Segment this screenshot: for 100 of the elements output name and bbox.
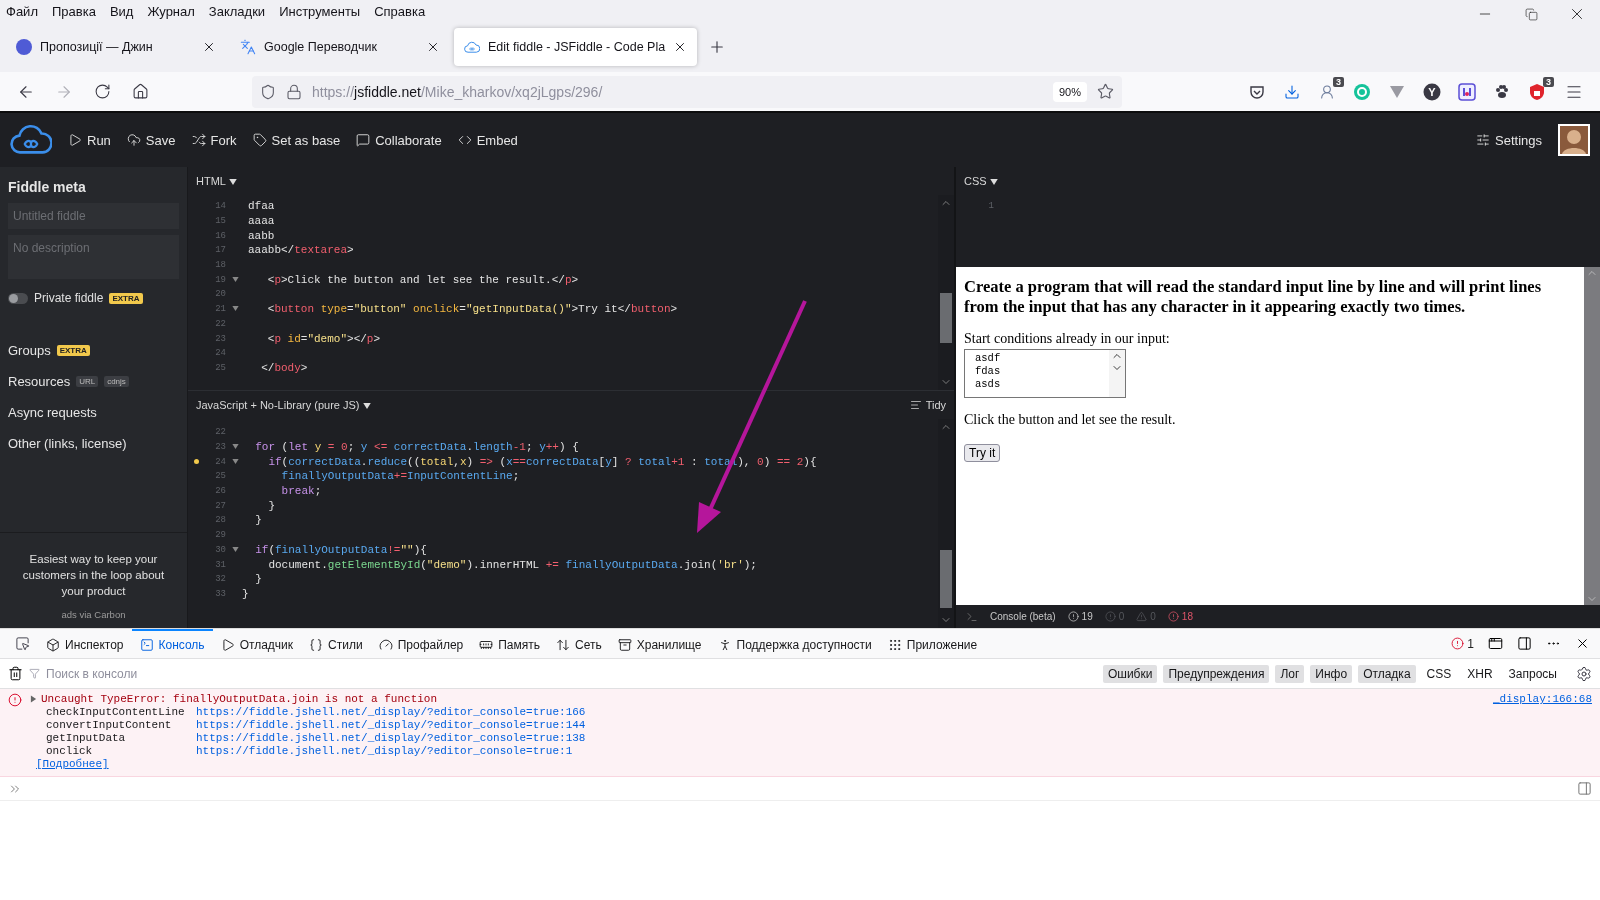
menu-item[interactable]: Справка (374, 3, 426, 19)
terminal-icon (139, 637, 154, 652)
devtools-tab[interactable]: Поддержка доступности (709, 629, 880, 658)
stack-function: checkInputContentLine (46, 706, 186, 718)
warning-icon (1136, 611, 1148, 622)
code-line: </body> (260, 361, 308, 374)
stack-link[interactable]: https://fiddle.jshell.net/_display/?editor_console=true:166 (196, 706, 586, 718)
responsive-icon[interactable] (1488, 636, 1503, 651)
stack-link[interactable]: https://fiddle.jshell.net/_display/?editor_console=true:138 (196, 732, 586, 744)
dock-icon[interactable] (1517, 636, 1532, 651)
toolbar-button[interactable]: Fork (191, 132, 237, 148)
menu-item[interactable]: Правка (51, 3, 96, 19)
fold-toggle[interactable] (232, 546, 239, 552)
filter-button[interactable]: CSS (1421, 664, 1457, 683)
source-link[interactable]: _display:166:68 (1492, 693, 1592, 705)
filter-button[interactable]: Отладка (1358, 664, 1416, 683)
expand-toggle[interactable] (30, 695, 37, 703)
toolbar-button[interactable]: Run (68, 132, 111, 148)
devtools-tab[interactable]: Консоль (131, 629, 213, 658)
address-bar[interactable]: https://jsfiddle.net/Mike_kharkov/xq2jLgps/296/ 90% (252, 75, 1122, 108)
element-picker-icon[interactable] (14, 636, 30, 651)
toolbar-button[interactable]: Embed (457, 132, 518, 148)
filter-button[interactable]: Запросы (1503, 664, 1562, 683)
menu-item[interactable]: Журнал (147, 3, 195, 19)
error-count[interactable]: 1 (1451, 636, 1474, 651)
network-icon (556, 637, 571, 652)
pocket-icon[interactable] (1249, 83, 1265, 100)
editor-mode-icon[interactable] (1577, 781, 1592, 796)
toolbar-button[interactable]: Save (126, 132, 176, 148)
stack-link[interactable]: https://fiddle.jshell.net/_display/?editor_console=true:1 (196, 745, 573, 757)
menu-item[interactable]: Закладки (208, 3, 266, 19)
settings-button[interactable]: Settings (1476, 132, 1542, 148)
description-field[interactable]: No description (8, 235, 179, 279)
bookmark-star-icon[interactable] (1097, 83, 1114, 100)
devtools-tab[interactable]: Отладчик (212, 629, 302, 658)
menu-item[interactable]: Файл (6, 3, 38, 19)
brackets-icon[interactable] (1458, 82, 1476, 101)
devtools-tab[interactable]: Сеть (548, 629, 610, 658)
language-dropdown[interactable]: JavaScript + No-Library (pure JS) (196, 399, 371, 411)
sidebar-item[interactable]: Resources (8, 374, 71, 389)
caret-icon[interactable] (989, 179, 998, 185)
filter-button[interactable]: Лог (1275, 664, 1305, 683)
close-icon[interactable] (426, 40, 440, 54)
tidy-button[interactable]: Tidy (909, 399, 946, 411)
browser-tab[interactable]: Edit fiddle - JSFiddle - Code Pla (454, 28, 698, 66)
filter-button[interactable]: XHR (1462, 664, 1498, 683)
box-icon (46, 637, 60, 652)
restore-icon[interactable] (1524, 7, 1538, 21)
sidebar-item[interactable]: Other (links, license) (8, 436, 127, 451)
try-it-button[interactable]: Try it (964, 444, 1001, 462)
ad-text[interactable]: Easiest way to keep your customers in the loop about your product (12, 551, 175, 599)
trash-icon[interactable] (8, 666, 23, 681)
home-icon[interactable] (131, 83, 149, 100)
devtools-tab[interactable]: Стили (301, 629, 371, 658)
toolbar-button[interactable]: Set as base (252, 132, 341, 148)
devtools-tab[interactable]: Инспектор (38, 629, 132, 658)
fold-toggle[interactable] (232, 306, 239, 312)
fold-toggle[interactable] (232, 444, 239, 450)
browser-tab[interactable]: Пропозиції — Джин (6, 28, 226, 66)
shield-icon[interactable] (1529, 82, 1545, 101)
scroll-thumb[interactable] (940, 549, 952, 609)
avatar[interactable] (1558, 124, 1590, 156)
toolbar-button[interactable]: Collaborate (356, 132, 442, 148)
input-textarea[interactable]: asdf fdas asds (964, 349, 1126, 398)
code-line: } (254, 573, 262, 586)
sidebar-item[interactable]: Async requests (8, 405, 97, 420)
ad-credit[interactable]: ads via Carbon (61, 609, 126, 620)
settings-icon[interactable] (1576, 665, 1592, 682)
fold-toggle[interactable] (232, 458, 239, 464)
caret-icon[interactable] (362, 403, 371, 409)
console-title[interactable]: Console (beta) (990, 611, 1056, 622)
fold-toggle[interactable] (232, 276, 239, 282)
reload-icon[interactable] (93, 83, 111, 100)
triangle-icon[interactable] (1389, 84, 1405, 99)
download-icon[interactable] (1284, 83, 1300, 100)
filter-button[interactable]: Предупреждения (1163, 664, 1270, 683)
letter-circle-icon[interactable]: Y (1423, 82, 1441, 101)
filter-button[interactable]: Ошибки (1102, 664, 1158, 683)
close-icon[interactable] (1575, 636, 1590, 651)
zoom-badge[interactable]: 90% (1052, 81, 1087, 102)
close-icon[interactable] (202, 40, 216, 54)
title-field[interactable]: Untitled fiddle (8, 203, 179, 229)
line-number: 20 (214, 289, 226, 300)
devtools-tab[interactable]: Память (471, 629, 549, 658)
more-link[interactable]: [Подробнее] (30, 758, 109, 770)
devtools-tab[interactable]: Хранилище (609, 629, 710, 658)
paw-icon[interactable] (1494, 83, 1510, 100)
caret-icon[interactable] (228, 179, 237, 185)
sidebar-item[interactable]: Groups (8, 343, 51, 358)
stack-link[interactable]: https://fiddle.jshell.net/_display/?editor_console=true:144 (196, 719, 586, 731)
menu-item[interactable]: Вид (109, 3, 134, 19)
devtools-tab[interactable]: Приложение (879, 629, 986, 658)
language-dropdown[interactable]: CSS (964, 175, 998, 187)
scroll-thumb[interactable] (940, 292, 952, 343)
private-toggle[interactable] (8, 292, 28, 304)
browser-tab[interactable]: Google Переводчик (230, 28, 450, 66)
devtools-tab[interactable]: Профайлер (370, 629, 472, 658)
filter-button[interactable]: Инфо (1310, 664, 1353, 683)
menu-item[interactable]: Инструменты (279, 3, 361, 19)
language-dropdown[interactable]: HTML (196, 175, 237, 187)
